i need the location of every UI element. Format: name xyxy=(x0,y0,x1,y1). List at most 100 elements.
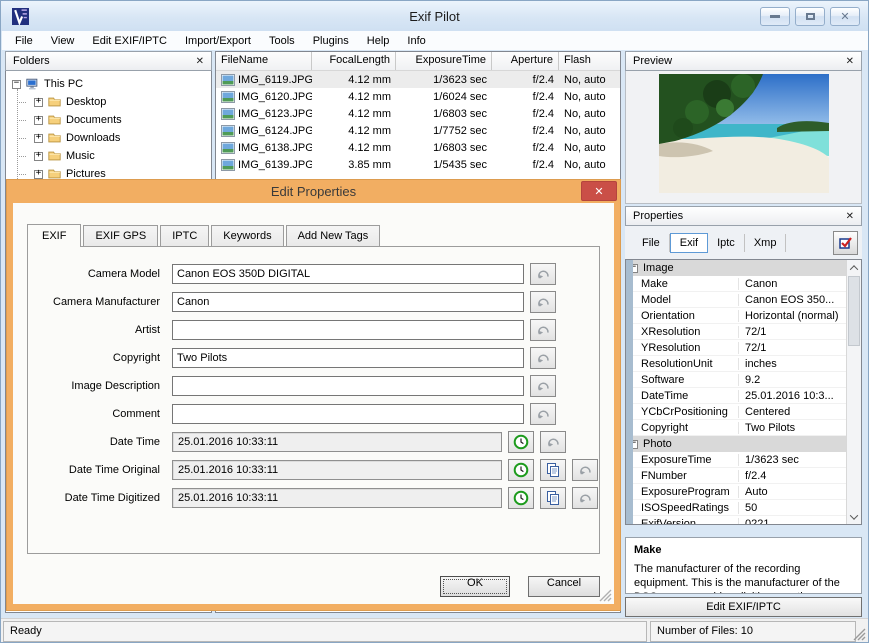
menu-item[interactable]: View xyxy=(42,33,84,49)
property-key: YCbCrPositioning xyxy=(633,405,739,418)
property-row[interactable]: ExifVersion 0221 xyxy=(633,516,846,524)
minimize-button[interactable] xyxy=(760,6,790,26)
menu-item[interactable]: Plugins xyxy=(304,33,358,49)
edit-exif-iptc-button[interactable]: Edit EXIF/IPTC xyxy=(625,597,862,617)
text-field[interactable] xyxy=(172,320,524,340)
property-row[interactable]: ExposureTime 1/3623 sec xyxy=(633,452,846,468)
set-time-button[interactable] xyxy=(508,487,534,509)
expand-icon[interactable] xyxy=(34,133,43,143)
expand-icon[interactable] xyxy=(34,97,43,107)
copy-button[interactable] xyxy=(540,487,566,509)
properties-close-icon[interactable] xyxy=(846,210,854,222)
scroll-up-button[interactable] xyxy=(847,260,861,275)
text-field[interactable] xyxy=(172,404,524,424)
tree-item-folder[interactable]: Downloads xyxy=(17,129,211,147)
undo-button[interactable] xyxy=(530,291,556,313)
property-row[interactable]: ResolutionUnit inches xyxy=(633,356,846,372)
undo-button[interactable] xyxy=(530,347,556,369)
choose-tags-button[interactable] xyxy=(833,230,858,255)
tree-item-folder[interactable]: Music xyxy=(17,147,211,165)
menu-item[interactable]: Help xyxy=(358,33,399,49)
dialog-tab[interactable]: Add New Tags xyxy=(285,225,381,246)
expand-icon[interactable] xyxy=(34,115,43,125)
property-group-row[interactable]: Photo xyxy=(626,436,846,452)
properties-tab[interactable]: Xmp xyxy=(745,233,787,252)
column-header-exposuretime[interactable]: ExposureTime xyxy=(396,52,492,70)
property-row[interactable]: Orientation Horizontal (normal) xyxy=(633,308,846,324)
text-field[interactable] xyxy=(172,264,524,284)
preview-close-icon[interactable] xyxy=(846,55,854,67)
property-row[interactable]: FNumber f/2.4 xyxy=(633,468,846,484)
property-row[interactable]: Model Canon EOS 350... xyxy=(633,292,846,308)
file-row[interactable]: IMG_6123.JPG 4.12 mm 1/6803 sec f/2.4 No… xyxy=(216,105,620,122)
set-time-button[interactable] xyxy=(508,459,534,481)
file-row[interactable]: IMG_6139.JPG 3.85 mm 1/5435 sec f/2.4 No… xyxy=(216,156,620,173)
property-row[interactable]: Copyright Two Pilots xyxy=(633,420,846,436)
properties-tab[interactable]: Iptc xyxy=(708,233,745,252)
expand-icon[interactable] xyxy=(34,169,43,179)
grid-scrollbar[interactable] xyxy=(846,260,861,524)
property-row[interactable]: ExposureProgram Auto xyxy=(633,484,846,500)
tree-item-folder[interactable]: Documents xyxy=(17,111,211,129)
dialog-resize-grip[interactable] xyxy=(599,589,612,602)
undo-button[interactable] xyxy=(540,431,566,453)
property-group-row[interactable]: Image xyxy=(626,260,846,276)
menu-item[interactable]: Info xyxy=(398,33,434,49)
property-row[interactable]: Make Canon xyxy=(633,276,846,292)
menu-item[interactable]: Tools xyxy=(260,33,304,49)
undo-button[interactable] xyxy=(530,375,556,397)
dialog-tab[interactable]: EXIF GPS xyxy=(83,225,159,246)
dialog-close-button[interactable] xyxy=(581,181,617,201)
maximize-button[interactable] xyxy=(795,6,825,26)
folders-close-icon[interactable] xyxy=(196,55,204,67)
file-row[interactable]: IMG_6120.JPG 4.12 mm 1/6024 sec f/2.4 No… xyxy=(216,88,620,105)
dialog-tab[interactable]: Keywords xyxy=(211,225,284,246)
menu-item[interactable]: Edit EXIF/IPTC xyxy=(83,33,176,49)
date-field[interactable]: 25.01.2016 10:33:11 xyxy=(172,432,502,452)
property-row[interactable]: YResolution 72/1 xyxy=(633,340,846,356)
property-row[interactable]: Software 9.2 xyxy=(633,372,846,388)
menu-item[interactable]: Import/Export xyxy=(176,33,260,49)
property-row[interactable]: XResolution 72/1 xyxy=(633,324,846,340)
column-header-aperture[interactable]: Aperture xyxy=(492,52,559,70)
properties-tab[interactable]: Exif xyxy=(669,232,709,253)
property-row[interactable]: ISOSpeedRatings 50 xyxy=(633,500,846,516)
window-resize-grip[interactable] xyxy=(853,628,866,641)
menu-item[interactable]: File xyxy=(6,33,42,49)
column-header-flash[interactable]: Flash xyxy=(559,52,620,70)
file-row[interactable]: IMG_6138.JPG 4.12 mm 1/6803 sec f/2.4 No… xyxy=(216,139,620,156)
ok-button[interactable]: OK xyxy=(440,576,510,597)
text-field[interactable] xyxy=(172,348,524,368)
collapse-icon[interactable] xyxy=(12,79,21,89)
property-key: Software xyxy=(633,373,739,386)
file-row[interactable]: IMG_6124.JPG 4.12 mm 1/7752 sec f/2.4 No… xyxy=(216,122,620,139)
undo-button[interactable] xyxy=(530,263,556,285)
properties-tab[interactable]: File xyxy=(633,233,670,252)
expand-icon[interactable] xyxy=(34,151,43,161)
date-field[interactable]: 25.01.2016 10:33:11 xyxy=(172,488,502,508)
set-time-button[interactable] xyxy=(508,431,534,453)
tree-item-folder[interactable]: Desktop xyxy=(17,93,211,111)
text-field[interactable] xyxy=(172,292,524,312)
date-field[interactable]: 25.01.2016 10:33:11 xyxy=(172,460,502,480)
property-row[interactable]: DateTime 25.01.2016 10:3... xyxy=(633,388,846,404)
text-field[interactable] xyxy=(172,376,524,396)
dialog-title-bar[interactable]: Edit Properties xyxy=(7,180,620,202)
copy-button[interactable] xyxy=(540,459,566,481)
cancel-button[interactable]: Cancel xyxy=(528,576,600,597)
undo-button[interactable] xyxy=(572,487,598,509)
dialog-tab[interactable]: IPTC xyxy=(160,225,210,246)
column-header-filename[interactable]: FileName xyxy=(216,52,312,70)
column-header-focallength[interactable]: FocalLength xyxy=(312,52,396,70)
scrollbar-thumb[interactable] xyxy=(848,276,860,346)
close-button[interactable] xyxy=(830,6,860,26)
file-row[interactable]: IMG_6119.JPG 4.12 mm 1/3623 sec f/2.4 No… xyxy=(216,71,620,88)
undo-button[interactable] xyxy=(530,319,556,341)
undo-button[interactable] xyxy=(572,459,598,481)
undo-button[interactable] xyxy=(530,403,556,425)
property-row[interactable]: YCbCrPositioning Centered xyxy=(633,404,846,420)
scroll-down-button[interactable] xyxy=(847,509,861,524)
dialog-tab[interactable]: EXIF xyxy=(27,224,82,247)
tree-item-this-pc[interactable]: This PC xyxy=(6,75,211,93)
property-value: inches xyxy=(745,357,777,370)
